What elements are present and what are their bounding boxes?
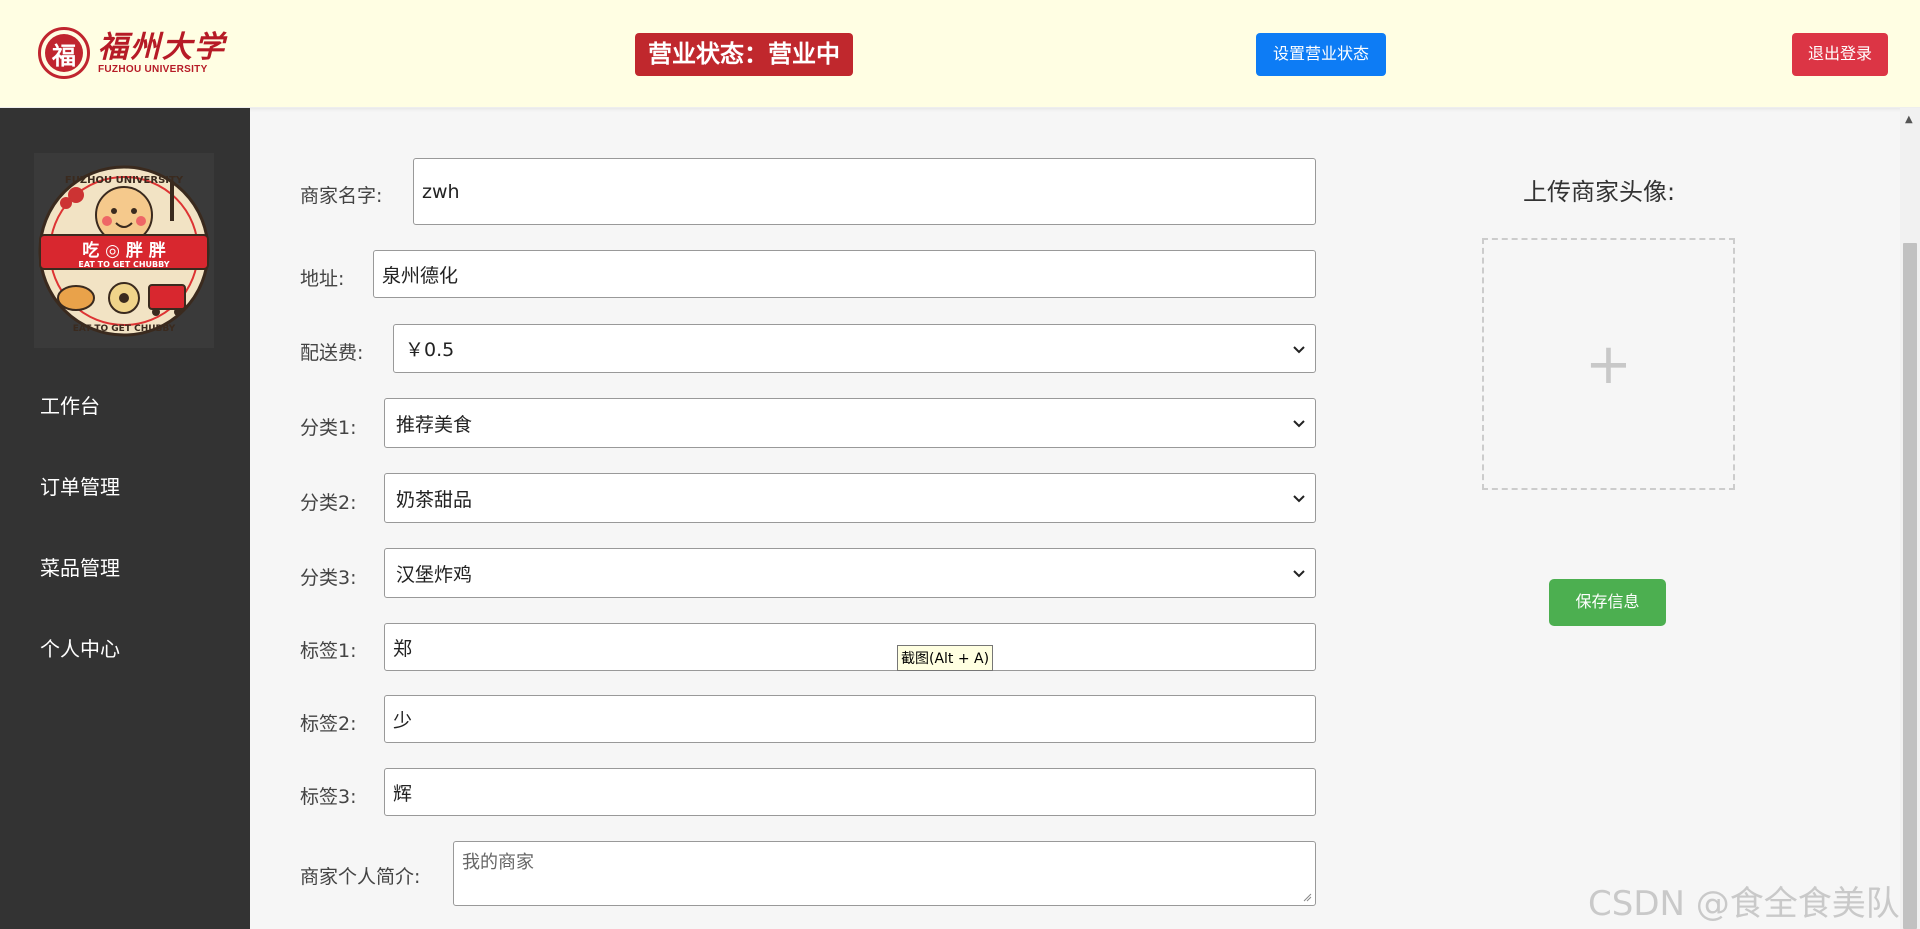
tag2-label: 标签2:: [300, 713, 357, 735]
chevron-down-icon: [1293, 495, 1305, 503]
address-input[interactable]: 泉州德化: [373, 250, 1316, 298]
university-name-en: FUZHOU UNIVERSITY: [98, 63, 208, 75]
delivery-fee-select[interactable]: ￥0.5: [393, 324, 1316, 373]
set-business-status-button[interactable]: 设置营业状态: [1256, 33, 1386, 76]
top-header: 福 福州大学 FUZHOU UNIVERSITY 营业状态：营业中 设置营业状态…: [0, 0, 1920, 108]
chevron-down-icon: [1293, 345, 1305, 353]
address-label: 地址:: [300, 268, 345, 290]
delivery-fee-value: ￥0.5: [405, 339, 455, 361]
resize-grip-icon[interactable]: [1302, 892, 1312, 902]
sidebar: FUZHOU UNIVERSITY 吃 ◎ 胖 胖 EAT TO GET CHU…: [0, 108, 250, 929]
tag2-input[interactable]: 少: [384, 695, 1316, 743]
upload-avatar-title: 上传商家头像:: [1523, 178, 1676, 206]
tag1-label: 标签1:: [300, 640, 357, 662]
category3-select[interactable]: 汉堡炸鸡: [384, 548, 1316, 598]
category3-label: 分类3:: [300, 567, 357, 589]
category2-value: 奶茶甜品: [396, 488, 473, 511]
plus-icon: +: [1585, 331, 1632, 397]
scroll-thumb[interactable]: [1903, 243, 1917, 929]
category2-label: 分类2:: [300, 492, 357, 514]
sidebar-item-orders[interactable]: 订单管理: [40, 471, 120, 500]
sidebar-item-dishes[interactable]: 菜品管理: [40, 552, 120, 581]
category1-select[interactable]: 推荐美食: [384, 398, 1316, 448]
scroll-up-arrow-icon[interactable]: ▲: [1905, 114, 1913, 125]
save-info-button[interactable]: 保存信息: [1549, 579, 1666, 626]
tag3-label: 标签3:: [300, 786, 357, 808]
category2-select[interactable]: 奶茶甜品: [384, 473, 1316, 523]
delivery-fee-label: 配送费:: [300, 342, 364, 364]
intro-label: 商家个人简介:: [300, 866, 421, 888]
sidebar-item-workbench[interactable]: 工作台: [40, 390, 100, 419]
mascot-bottom-text: EAT TO GET CHUBBY: [73, 324, 176, 334]
logout-button[interactable]: 退出登录: [1792, 33, 1888, 76]
sidebar-item-profile[interactable]: 个人中心: [40, 633, 120, 662]
chevron-down-icon: [1293, 570, 1305, 578]
name-label: 商家名字:: [300, 185, 383, 207]
category1-label: 分类1:: [300, 417, 357, 439]
seal-char: 福: [45, 34, 83, 72]
chevron-down-icon: [1293, 420, 1305, 428]
mascot-logo: FUZHOU UNIVERSITY 吃 ◎ 胖 胖 EAT TO GET CHU…: [34, 153, 214, 348]
screenshot-tooltip: 截图(Alt + A): [897, 645, 994, 671]
business-status-badge: 营业状态：营业中: [635, 33, 853, 76]
tag1-input[interactable]: 郑: [384, 623, 1316, 671]
tag3-input[interactable]: 辉: [384, 768, 1316, 816]
category3-value: 汉堡炸鸡: [396, 563, 473, 586]
category1-value: 推荐美食: [396, 413, 473, 436]
mascot-banner-text: 吃 ◎ 胖 胖: [82, 240, 166, 261]
merchant-name-input[interactable]: zwh: [413, 158, 1316, 225]
intro-textarea[interactable]: 我的商家: [453, 841, 1316, 906]
mascot-slogan: EAT TO GET CHUBBY: [78, 260, 169, 269]
csdn-watermark: CSDN @食全食美队: [1588, 884, 1900, 924]
mascot-top-text: FUZHOU UNIVERSITY: [65, 175, 184, 186]
intro-placeholder: 我的商家: [462, 852, 534, 873]
university-seal-icon: 福: [38, 27, 90, 79]
university-logo: 福 福州大学 FUZHOU UNIVERSITY: [38, 27, 226, 79]
avatar-upload-box[interactable]: +: [1482, 238, 1735, 490]
university-name-cn: 福州大学: [98, 29, 226, 65]
page-scrollbar[interactable]: ▲: [1900, 108, 1920, 929]
